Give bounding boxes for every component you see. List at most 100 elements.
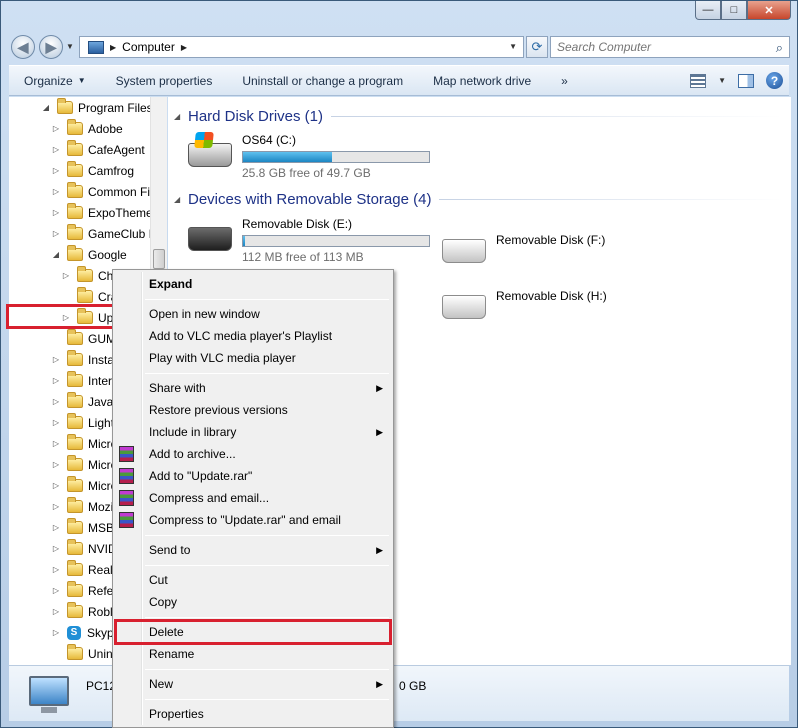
menu-item-share-with[interactable]: Share with ▶ <box>115 377 391 399</box>
drive-f[interactable]: Removable Disk (F:) <box>442 229 605 263</box>
menu-item-open-new-window[interactable]: Open in new window <box>115 303 391 325</box>
tree-item[interactable]: ▷ Common File <box>51 181 159 202</box>
map-network-drive-button[interactable]: Map network drive <box>418 66 546 95</box>
menu-item-add-rar[interactable]: Add to "Update.rar" <box>115 465 391 487</box>
tree-expand-icon[interactable]: ▷ <box>51 523 61 532</box>
tree-item[interactable]: ▷ Adobe <box>51 118 123 139</box>
folder-icon <box>67 434 83 450</box>
tree-expand-icon[interactable]: ▷ <box>51 397 61 406</box>
tree-expand-icon[interactable]: ▷ <box>51 166 61 175</box>
tree-expand-icon[interactable]: ▷ <box>51 229 61 238</box>
tree-expand-icon[interactable]: ▷ <box>51 376 61 385</box>
tree-expand-icon[interactable]: ◢ <box>41 103 51 112</box>
tree-expand-icon[interactable]: ▷ <box>51 544 61 553</box>
tree-expand-icon[interactable]: ▷ <box>51 124 61 133</box>
tree-item[interactable]: ▷ GameClub La <box>51 223 162 244</box>
group-header-removable[interactable]: ◢ Devices with Removable Storage (4) <box>168 188 791 210</box>
menu-label: Share with <box>149 381 206 395</box>
tree-expand-icon[interactable]: ▷ <box>51 628 61 637</box>
menu-item-include-library[interactable]: Include in library ▶ <box>115 421 391 443</box>
view-dropdown-icon[interactable]: ▼ <box>718 76 726 85</box>
menu-item-cut[interactable]: Cut <box>115 569 391 591</box>
tree-expand-icon[interactable]: ▷ <box>51 565 61 574</box>
tree-item[interactable]: ▷ ExpoThemes <box>51 202 159 223</box>
menu-item-compress-email[interactable]: Compress and email... <box>115 487 391 509</box>
tree-expand-icon[interactable]: ▷ <box>51 418 61 427</box>
collapse-icon[interactable]: ◢ <box>174 195 188 204</box>
recent-pages-dropdown[interactable]: ▼ <box>66 42 74 51</box>
uninstall-program-button[interactable]: Uninstall or change a program <box>227 66 418 95</box>
computer-monitor-icon <box>29 676 69 713</box>
group-divider <box>331 115 783 117</box>
tree-expand-icon[interactable]: ▷ <box>51 208 61 217</box>
drive-c[interactable]: OS64 (C:) 25.8 GB free of 49.7 GB <box>188 133 430 180</box>
back-button[interactable]: ◀ <box>11 35 35 59</box>
more-commands-button[interactable]: » <box>546 66 583 95</box>
tree-expand-icon[interactable]: ▷ <box>51 145 61 154</box>
tree-item[interactable]: ▷ Java <box>51 391 113 412</box>
drive-h[interactable]: Removable Disk (H:) <box>442 285 607 319</box>
search-icon[interactable]: ⌕ <box>776 40 783 56</box>
refresh-button[interactable]: ⟳ <box>526 36 548 58</box>
address-bar[interactable]: ▶ Computer ▶ ▼ <box>79 36 524 58</box>
menu-item-copy[interactable]: Copy <box>115 591 391 613</box>
tree-expand-icon[interactable]: ▷ <box>51 439 61 448</box>
tree-item[interactable]: ◢ Google <box>51 244 127 265</box>
menu-item-restore-versions[interactable]: Restore previous versions <box>115 399 391 421</box>
search-input[interactable] <box>557 40 762 54</box>
system-properties-button[interactable]: System properties <box>101 66 228 95</box>
tree-item[interactable]: ▷ Camfrog <box>51 160 134 181</box>
drive-name: Removable Disk (H:) <box>496 289 607 303</box>
tree-expand-icon[interactable]: ▷ <box>61 271 71 280</box>
tree-expand-icon[interactable]: ▷ <box>51 502 61 511</box>
tree-expand-icon[interactable]: ▷ <box>51 355 61 364</box>
drive-name: Removable Disk (E:) <box>242 217 353 231</box>
address-dropdown-icon[interactable]: ▼ <box>509 42 517 51</box>
breadcrumb-chevron-icon[interactable]: ▶ <box>181 43 187 52</box>
tree-item[interactable]: ▷ S Skype <box>51 622 120 643</box>
menu-item-compress-rar-email[interactable]: Compress to "Update.rar" and email <box>115 509 391 531</box>
breadcrumb-computer[interactable]: Computer <box>122 40 175 54</box>
tree-expand-icon[interactable]: ▷ <box>51 607 61 616</box>
menu-item-play-vlc[interactable]: Play with VLC media player <box>115 347 391 369</box>
tree-item[interactable]: ◢ Program Files ( <box>41 97 160 118</box>
forward-button[interactable]: ▶ <box>39 35 63 59</box>
search-box[interactable]: ⌕ <box>550 36 790 58</box>
menu-item-expand[interactable]: Expand <box>115 273 391 295</box>
scrollbar-thumb[interactable] <box>153 249 165 269</box>
tree-expand-icon[interactable]: ▷ <box>51 460 61 469</box>
collapse-icon[interactable]: ◢ <box>174 112 188 121</box>
minimize-button[interactable]: — <box>695 1 721 20</box>
breadcrumb-separator-icon[interactable]: ▶ <box>110 43 116 52</box>
menu-label: New <box>149 677 174 691</box>
tree-expand-icon[interactable]: ◢ <box>51 250 61 259</box>
menu-item-add-vlc-playlist[interactable]: Add to VLC media player's Playlist <box>115 325 391 347</box>
menu-item-properties[interactable]: Properties <box>115 703 391 725</box>
maximize-button[interactable]: □ <box>721 1 747 20</box>
folder-icon <box>67 413 83 429</box>
tree-expand-icon[interactable]: ▷ <box>51 586 61 595</box>
group-header-hard-disks[interactable]: ◢ Hard Disk Drives (1) <box>168 105 791 127</box>
group-title: Hard Disk Drives (1) <box>188 107 324 125</box>
organize-button[interactable]: Organize ▼ <box>9 66 101 95</box>
menu-item-new[interactable]: New ▶ <box>115 673 391 695</box>
close-button[interactable]: ✕ <box>747 1 791 20</box>
menu-item-add-archive[interactable]: Add to archive... <box>115 443 391 465</box>
tree-expand-icon[interactable]: ▷ <box>51 481 61 490</box>
drive-name: OS64 (C:) <box>242 133 297 147</box>
drive-e[interactable]: Removable Disk (E:) 112 MB free of 113 M… <box>188 217 430 264</box>
menu-item-rename[interactable]: Rename <box>115 643 391 665</box>
menu-separator <box>145 299 389 300</box>
context-menu: Expand Open in new window Add to VLC med… <box>112 269 394 728</box>
preview-pane-icon[interactable] <box>738 73 754 88</box>
window-controls: — □ ✕ <box>695 1 791 21</box>
menu-label: Open in new window <box>149 307 260 321</box>
menu-item-send-to[interactable]: Send to ▶ <box>115 539 391 561</box>
tree-expand-icon[interactable]: ▷ <box>51 187 61 196</box>
menu-label: Add to archive... <box>149 447 236 461</box>
folder-icon <box>57 98 73 114</box>
help-icon[interactable]: ? <box>766 72 783 89</box>
winrar-icon <box>119 512 134 528</box>
change-view-icon[interactable] <box>690 73 707 88</box>
tree-item[interactable]: ▷ CafeAgent <box>51 139 145 160</box>
